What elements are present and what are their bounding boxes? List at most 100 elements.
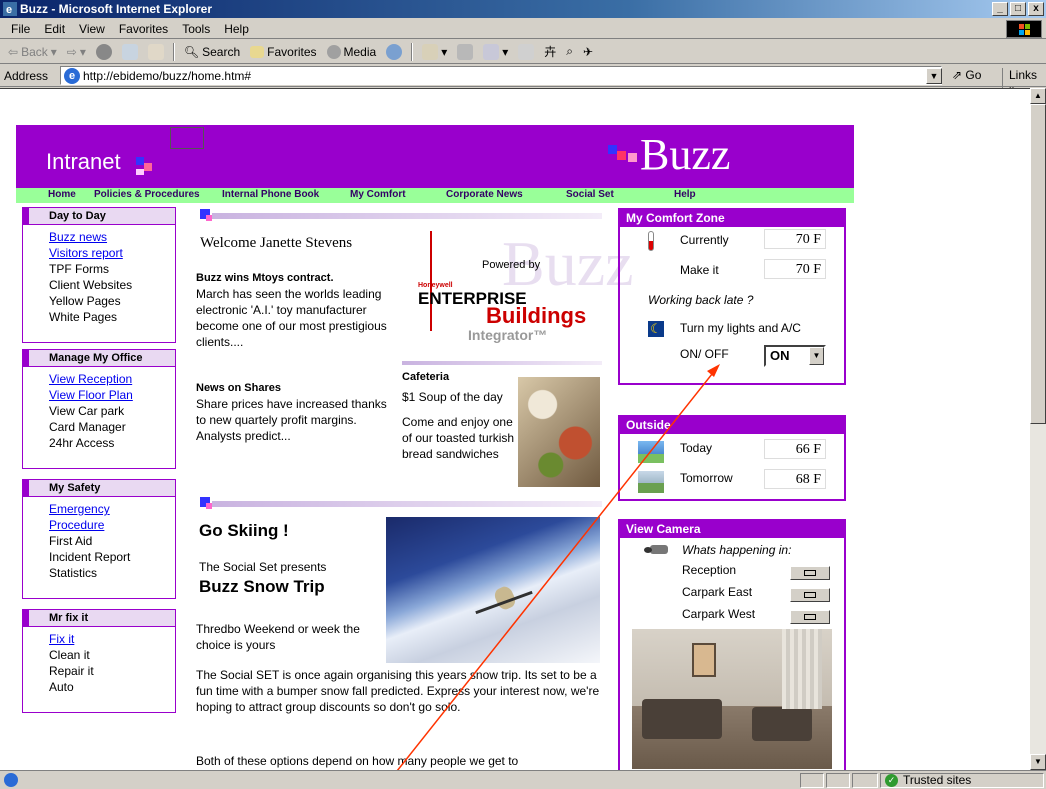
scroll-down-button[interactable]: ▼ <box>1030 754 1046 770</box>
encoding-button[interactable]: 卉 <box>540 41 560 63</box>
link-view-reception[interactable]: View Reception <box>49 371 175 387</box>
menu-favorites[interactable]: Favorites <box>112 22 175 36</box>
today-value: 66 F <box>764 439 826 459</box>
item-clean-it[interactable]: Clean it <box>49 647 175 663</box>
toolbar-separator <box>172 42 175 61</box>
refresh-button[interactable] <box>118 41 142 63</box>
menu-edit[interactable]: Edit <box>37 22 72 36</box>
item-card-manager[interactable]: Card Manager <box>49 419 175 435</box>
make-it-input[interactable]: 70 F <box>764 259 826 279</box>
links-label: Links <box>1009 68 1038 82</box>
address-dropdown-button[interactable]: ▼ <box>926 68 942 84</box>
scroll-up-button[interactable]: ▲ <box>1030 88 1046 104</box>
section-divider <box>402 361 602 365</box>
item-yellow-pages[interactable]: Yellow Pages <box>49 293 175 309</box>
go-label: Go <box>965 68 982 82</box>
go-button[interactable]: ⇗ Go <box>952 68 981 82</box>
media-button[interactable]: Media <box>323 41 381 63</box>
history-button[interactable] <box>382 41 406 63</box>
nav-help[interactable]: Help <box>674 189 696 200</box>
chevron-down-icon: ▾ <box>50 44 57 59</box>
messenger-icon: ✈︎ <box>583 44 594 59</box>
link-visitors-report[interactable]: Visitors report <box>49 245 175 261</box>
camera-icon <box>642 543 670 557</box>
link-emergency[interactable]: Emergency <box>49 501 175 517</box>
menu-view[interactable]: View <box>72 22 112 36</box>
sandwich-photo <box>518 377 600 487</box>
camera-carpark-west-button[interactable] <box>790 610 830 624</box>
edit-button[interactable]: ▾ <box>479 41 512 63</box>
section-divider <box>212 213 602 219</box>
toolbar-separator <box>411 42 414 61</box>
camera-location-reception: Reception <box>682 563 737 577</box>
vertical-scrollbar[interactable]: ▲ ▼ <box>1030 88 1046 770</box>
news-item-mtoys[interactable]: Buzz wins Mtoys contract. March has seen… <box>196 269 396 350</box>
moon-icon: ☾ <box>648 321 664 337</box>
messenger-button[interactable]: ✈︎ <box>579 41 597 63</box>
maximize-button[interactable]: □ <box>1010 2 1026 16</box>
item-incident-report[interactable]: Incident Report <box>49 549 175 565</box>
honeywell-logo: Buzz Powered by Honeywell ENTERPRISE Bui… <box>402 227 634 357</box>
news-item-shares[interactable]: News on Shares Share prices have increas… <box>196 379 390 444</box>
link-procedure[interactable]: Procedure <box>49 517 175 533</box>
menu-tools[interactable]: Tools <box>175 22 217 36</box>
on-off-value: ON <box>770 348 790 363</box>
status-bar: ✓ Trusted sites <box>0 770 1046 789</box>
logo-square-icon <box>136 157 144 165</box>
nav-my-comfort[interactable]: My Comfort <box>350 189 406 200</box>
address-input[interactable]: e http://ebidemo/buzz/home.htm# <box>60 66 942 85</box>
panel-title: Outside <box>620 417 844 434</box>
menu-file[interactable]: File <box>4 22 37 36</box>
mail-button[interactable]: ▾ <box>418 41 451 63</box>
item-view-car-park[interactable]: View Car park <box>49 403 175 419</box>
nav-social-set[interactable]: Social Set <box>566 189 614 200</box>
lights-text: Turn my lights and A/C <box>680 321 801 335</box>
nav-phone-book[interactable]: Internal Phone Book <box>222 189 319 200</box>
chevron-down-icon: ▾ <box>441 44 448 59</box>
item-first-aid[interactable]: First Aid <box>49 533 175 549</box>
favorites-button[interactable]: Favorites <box>246 41 320 63</box>
stop-button[interactable] <box>92 41 116 63</box>
thermometer-icon <box>648 231 654 251</box>
nav-policies[interactable]: Policies & Procedures <box>94 189 200 200</box>
discuss-button[interactable] <box>514 41 538 63</box>
discuss-icon <box>518 43 535 60</box>
news-body: March has seen the worlds leading electr… <box>196 287 387 349</box>
address-url: http://ebidemo/buzz/home.htm# <box>83 68 252 83</box>
menu-bar: File Edit View Favorites Tools Help <box>0 19 1046 39</box>
cloudy-weather-icon <box>638 471 664 493</box>
print-button[interactable] <box>453 41 477 63</box>
chevron-down-icon: ▼ <box>809 347 824 365</box>
window-title: Buzz - Microsoft Internet Explorer <box>20 2 213 16</box>
ski-presents: The Social Set presents <box>199 560 327 574</box>
link-buzz-news[interactable]: Buzz news <box>49 229 175 245</box>
camera-carpark-east-button[interactable] <box>790 588 830 602</box>
item-auto[interactable]: Auto <box>49 679 175 695</box>
encoding-icon: 卉 <box>544 45 557 59</box>
item-client-websites[interactable]: Client Websites <box>49 277 175 293</box>
item-tpf-forms[interactable]: TPF Forms <box>49 261 175 277</box>
forward-button[interactable]: ⇨ ▾ <box>63 41 90 63</box>
item-white-pages[interactable]: White Pages <box>49 309 175 325</box>
find-button[interactable]: ⌕ <box>562 41 577 63</box>
menu-help[interactable]: Help <box>217 22 256 36</box>
back-button[interactable]: ⇦ Back ▾ <box>4 41 61 63</box>
status-page-icon <box>4 773 18 787</box>
link-fix-it[interactable]: Fix it <box>49 631 175 647</box>
minimize-button[interactable]: _ <box>992 2 1008 16</box>
working-late-text: Working back late ? <box>648 293 754 307</box>
item-statistics[interactable]: Statistics <box>49 565 175 581</box>
nav-corporate-news[interactable]: Corporate News <box>446 189 523 200</box>
buzz-logo: Buzz <box>640 130 731 179</box>
link-view-floor-plan[interactable]: View Floor Plan <box>49 387 175 403</box>
scroll-thumb[interactable] <box>1030 104 1046 424</box>
nav-home[interactable]: Home <box>48 189 76 200</box>
item-24hr-access[interactable]: 24hr Access <box>49 435 175 451</box>
camera-reception-button[interactable] <box>790 566 830 580</box>
home-button[interactable] <box>144 41 168 63</box>
close-button[interactable]: x <box>1028 2 1044 16</box>
cafeteria-soup: $1 Soup of the day <box>402 390 503 404</box>
on-off-select[interactable]: ON ▼ <box>764 345 826 367</box>
item-repair-it[interactable]: Repair it <box>49 663 175 679</box>
search-button[interactable]: 🔍︎ Search <box>180 41 244 63</box>
